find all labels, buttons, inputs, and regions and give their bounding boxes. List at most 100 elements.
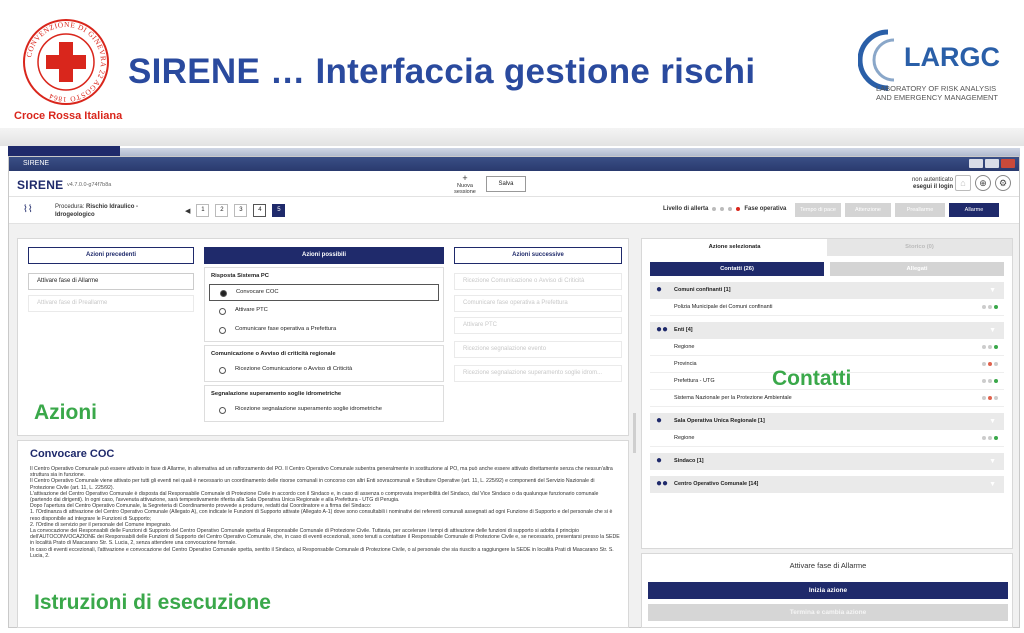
alert-dot [720,207,725,211]
phase-attention-button[interactable]: Attenzione [845,203,891,217]
action-group-title: Segnalazione superamento soglie idrometr… [211,391,342,397]
action-option[interactable]: Attivare PTC [209,303,439,320]
contact-item[interactable]: Sistema Nazionale per la Protezione Ambi… [650,390,1004,407]
page-4[interactable]: 4 [253,204,267,217]
procedure-label: Procedura: Rischio Idraulico - Idrogeolo… [55,204,139,218]
status-dots [982,436,998,440]
app-brand: SIRENE [17,178,64,192]
slide-title: SIRENE … Interfaccia gestione rischi [128,52,756,91]
slide-divider [0,128,1024,146]
minimize-icon[interactable] [969,159,983,168]
contact-group[interactable]: ●● Centro Operativo Comunale [14] ▼ [650,476,1004,493]
contact-group[interactable]: ● Sindaco [1] ▼ [650,453,1004,470]
phase-prealarm-button[interactable]: Preallarme [895,203,945,217]
action-group: Comunicazione o Avviso di criticità regi… [204,345,444,382]
next-action-item[interactable]: Comunicare fase operativa a Prefettura [454,295,622,312]
gear-icon[interactable]: ⚙ [995,175,1011,191]
alert-dot [728,207,733,211]
chevron-down-icon: ▼ [989,458,996,465]
chevron-down-icon: ▼ [989,287,996,294]
previous-actions-header[interactable]: Azioni precedenti [28,247,194,264]
instructions-overlay-label: Istruzioni di esecuzione [34,591,271,614]
page-3[interactable]: 3 [234,204,248,217]
next-action-item[interactable]: Ricezione segnalazione superamento sogli… [454,365,622,382]
person-icon: ● [656,455,663,466]
procedure-icon: ⌇⌇ [23,204,33,215]
person-icon: ● [656,284,663,295]
tab-attachments[interactable]: Allegati [830,262,1004,276]
person-icon: ● [656,415,663,426]
contact-item[interactable]: Regione [650,430,1004,447]
procedure-bar: ⌇⌇ Procedura: Rischio Idraulico - Idroge… [9,197,1019,224]
new-session-button[interactable]: + Nuova sessione [453,173,477,196]
app-version: v4.7.0.0-g74f7b8a [67,182,112,188]
previous-action-item[interactable]: Attivare fase di Allarme [28,273,194,290]
previous-action-item[interactable]: Attivare fase di Preallarme [28,295,194,312]
larc-subtitle: LABORATORY OF RISK ANALYSIS AND EMERGENCY… [876,84,998,102]
contact-group[interactable]: ● Comuni confinanti [1] ▼ [650,282,1004,299]
status-dots [982,362,998,366]
contact-item[interactable]: Regione [650,339,1004,356]
status-dots [982,379,998,383]
next-action-item[interactable]: Attivare PTC [454,317,622,334]
toolbar-icons: ⌂ ⊕ ⚙ [955,175,1011,191]
possible-actions-header[interactable]: Azioni possibili [204,247,444,264]
chevron-down-icon: ▼ [989,418,996,425]
action-option[interactable]: Ricezione Comunicazione o Avviso di Crit… [209,362,439,379]
group-icon: ●● [656,478,669,489]
next-actions-header[interactable]: Azioni successive [454,247,622,264]
contact-group[interactable]: ● Sala Operativa Unica Regionale [1] ▼ [650,413,1004,430]
chevron-down-icon: ▼ [989,327,996,334]
action-option[interactable]: Ricezione segnalazione superamento sogli… [209,402,439,419]
app-window: SIRENE SIRENE v4.7.0.0-g74f7b8a + Nuova … [8,156,1020,628]
accent-strip [8,146,120,156]
action-group-title: Comunicazione o Avviso di criticità regi… [211,351,336,357]
chevron-down-icon: ▼ [989,481,996,488]
contact-item[interactable]: Polizia Municipale dei Comuni confinanti [650,299,1004,316]
finish-action-button[interactable]: Termina e cambia azione [648,604,1008,621]
prev-arrow-icon[interactable]: ◀ [185,207,190,215]
page-1[interactable]: 1 [196,204,210,217]
slide-header: CONVENZIONE DI GINEVRA 22 AGOSTO 1864 Cr… [0,0,1024,130]
actions-overlay-label: Azioni [34,401,97,424]
status-dots [982,345,998,349]
contacts-panel: Azione selezionata Storico (0) Contatti … [641,238,1013,549]
red-cross-logo: CONVENZIONE DI GINEVRA 22 AGOSTO 1864 [23,19,109,105]
window-titlebar: SIRENE [9,157,1019,171]
contact-group[interactable]: ●● Enti [4] ▼ [650,322,1004,339]
instructions-text: Il Centro Operativo Comunale può essere … [30,466,620,559]
step-pager: ◀ 1 2 3 4 5 [185,204,286,217]
status-dots [982,396,998,400]
maximize-icon[interactable] [985,159,999,168]
tab-history[interactable]: Storico (0) [827,239,1012,256]
contact-subtabs: Contatti (26) Allegati [650,262,1004,276]
plus-icon: + [462,173,468,183]
window-title: SIRENE [23,160,50,167]
page-5[interactable]: 5 [272,204,286,217]
tab-selected-action[interactable]: Azione selezionata [642,239,827,256]
action-option[interactable]: Comunicare fase operativa a Prefettura [209,322,439,339]
action-group: Risposta Sistema PC Convocare COC Attiva… [204,267,444,342]
close-icon[interactable] [1001,159,1015,168]
app-toolbar: SIRENE v4.7.0.0-g74f7b8a + Nuova session… [9,171,1019,197]
action-group-title: Risposta Sistema PC [211,273,269,279]
right-tabs: Azione selezionata Storico (0) [642,239,1012,256]
next-action-item[interactable]: Ricezione Comunicazione o Avviso di Crit… [454,273,622,290]
save-button[interactable]: Salva [486,176,526,192]
current-action-title: Attivare fase di Allarme [789,561,867,570]
start-action-button[interactable]: Inizia azione [648,582,1008,599]
next-action-item[interactable]: Ricezione segnalazione evento [454,341,622,358]
panel-splitter[interactable] [633,413,636,453]
globe-icon[interactable]: ⊕ [975,175,991,191]
lock-icon[interactable]: ⌂ [955,175,971,191]
phase-alarm-button[interactable]: Allarme [949,203,999,217]
instructions-title: Convocare COC [30,448,115,460]
cri-caption: Croce Rossa Italiana [14,110,123,122]
phase-buttons: Tempo di pace Attenzione Preallarme Alla… [795,203,999,217]
login-link[interactable]: esegui il login [893,184,953,191]
page-2[interactable]: 2 [215,204,229,217]
tab-contacts[interactable]: Contatti (26) [650,262,824,276]
action-option[interactable]: Convocare COC [209,284,439,301]
instructions-panel: Convocare COC Il Centro Operativo Comuna… [17,440,629,628]
phase-peace-button[interactable]: Tempo di pace [795,203,841,217]
